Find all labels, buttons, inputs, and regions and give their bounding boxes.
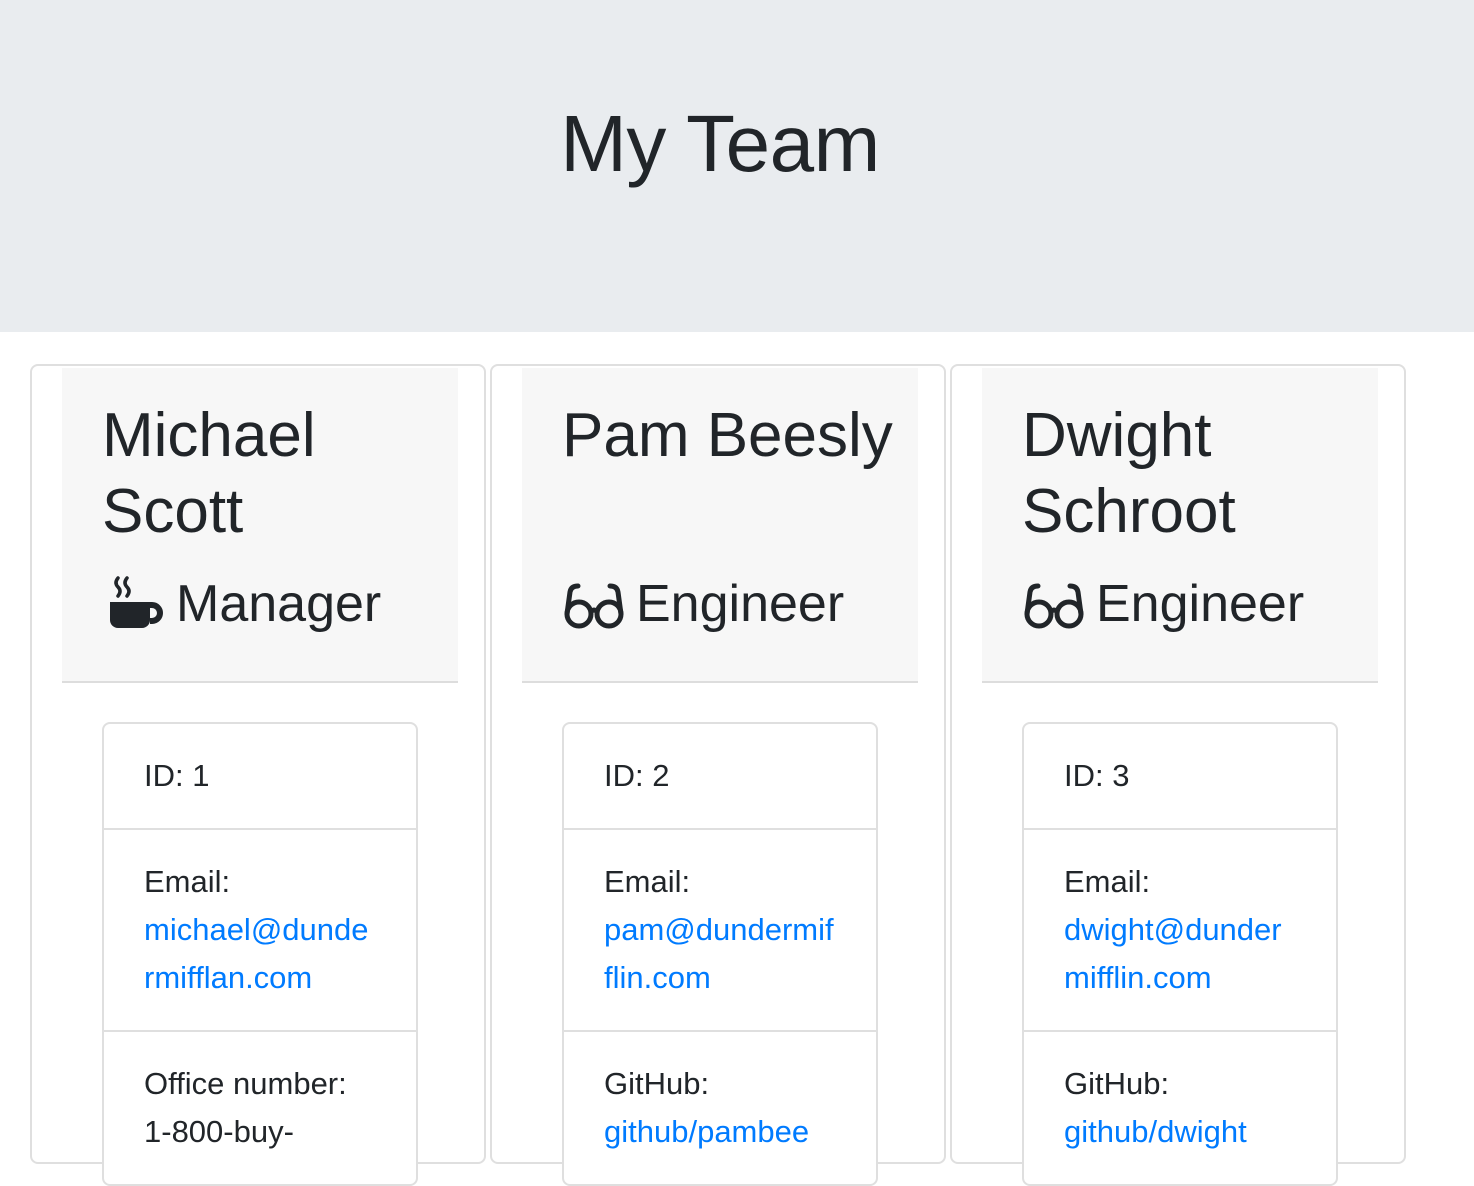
member-details-list: ID: 2 Email: pam@dundermifflin.com GitHu… [562, 722, 878, 1186]
member-name: Dwight Schroot [1022, 401, 1236, 546]
email-link[interactable]: dwight@dundermifflin.com [1064, 912, 1282, 995]
list-item-id: ID: 2 [564, 724, 876, 830]
list-item-id: ID: 3 [1024, 724, 1336, 830]
github-label: GitHub: [604, 1066, 710, 1101]
team-member-card: Pam Beesly Engineer ID: 2 Email: pam@dun… [490, 364, 946, 1186]
page-title: My Team [560, 99, 880, 188]
member-details-list: ID: 3 Email: dwight@dundermifflin.com Gi… [1022, 722, 1338, 1186]
card-header: Dwight Schroot Engineer [982, 368, 1378, 683]
card-header: Michael Scott Manager [62, 368, 458, 683]
member-role-label: Engineer [636, 575, 845, 633]
email-label: Email: [144, 864, 231, 899]
member-name: Michael Scott [102, 401, 316, 546]
list-item-github: GitHub: github/pambee [564, 1032, 876, 1184]
glasses-icon [1022, 572, 1086, 636]
email-label: Email: [1064, 864, 1151, 899]
list-item-office-number: Office number: 1-800-buy- [104, 1032, 416, 1184]
member-details-list: ID: 1 Email: michael@dundermifflan.com O… [102, 722, 418, 1186]
team-member-card: Michael Scott Manager ID: 1 Email: micha… [30, 364, 486, 1186]
list-item-github: GitHub: github/dwight [1024, 1032, 1336, 1184]
member-role-label: Manager [176, 575, 382, 633]
member-role-label: Engineer [1096, 575, 1305, 633]
email-link[interactable]: michael@dundermifflan.com [144, 912, 369, 995]
office-number-label: Office number: [144, 1066, 347, 1101]
member-role: Engineer [562, 572, 844, 636]
email-link[interactable]: pam@dundermifflin.com [604, 912, 834, 995]
glasses-icon [562, 572, 626, 636]
github-label: GitHub: [1064, 1066, 1170, 1101]
team-member-card: Dwight Schroot Engineer ID: 3 Email: dwi… [950, 364, 1406, 1186]
list-item-id: ID: 1 [104, 724, 416, 830]
member-role: Manager [102, 572, 381, 636]
member-name: Pam Beesly [562, 401, 893, 470]
list-item-email: Email: pam@dundermifflin.com [564, 830, 876, 1032]
email-label: Email: [604, 864, 691, 899]
member-role: Engineer [1022, 572, 1304, 636]
jumbotron-header: My Team [0, 0, 1474, 332]
list-item-email: Email: michael@dundermifflan.com [104, 830, 416, 1032]
list-item-email: Email: dwight@dundermifflin.com [1024, 830, 1336, 1032]
coffee-icon [102, 572, 166, 636]
card-header: Pam Beesly Engineer [522, 368, 918, 683]
